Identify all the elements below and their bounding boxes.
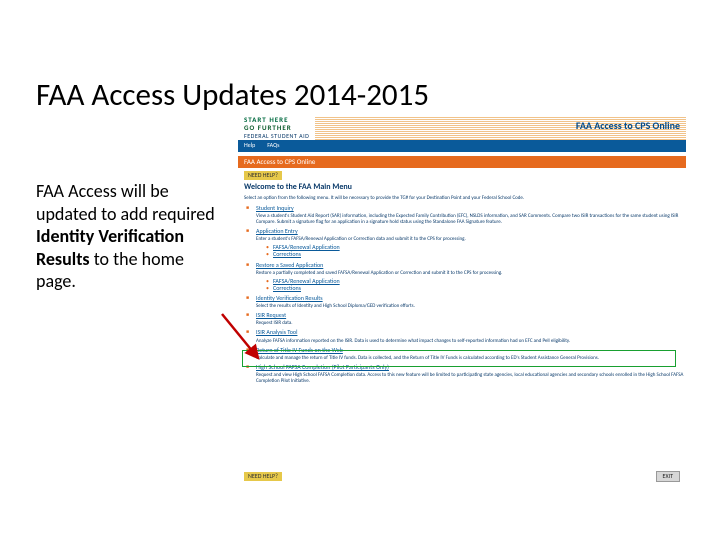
item-application-entry: Application Entry Enter a student's FAFS… [256,228,686,259]
app-title: FAA Access to CPS Online [576,120,680,132]
fsa-logo: START HERE GO FURTHER FEDERAL STUDENT AI… [244,116,309,140]
sublink-corrections-1[interactable]: Corrections [273,250,301,258]
item-return-title-iv: Return of Title IV Funds on the Web Calc… [256,347,686,361]
tab-help[interactable]: Help [244,142,255,149]
tab-bar: Help FAQs [238,140,686,152]
link-restore-saved[interactable]: Restore a Saved Application [256,261,323,269]
desc-restore-saved: Restore a partially completed and saved … [256,270,686,276]
banner-stripes: FAA Access to CPS Online [315,116,686,140]
annotation-arrow-icon [218,310,268,370]
desc-hs-fafsa: Request and view High School FAFSA Compl… [256,372,686,384]
link-hs-fafsa[interactable]: High School FAFSA Completion (Pilot Part… [256,363,389,371]
link-return-title-iv[interactable]: Return of Title IV Funds on the Web [256,346,343,354]
tab-faqs[interactable]: FAQs [267,142,279,149]
desc-isir-request: Request ISIR data. [256,320,686,326]
item-isir-request: ISIR Request Request ISIR data. [256,312,686,326]
breadcrumb: FAA Access to CPS Online [238,156,686,168]
item-identity-verification: Identity Verification Results Select the… [256,295,686,309]
item-hs-fafsa: High School FAFSA Completion (Pilot Part… [256,364,686,384]
desc-identity-verification: Select the results of Identity and High … [256,303,686,309]
exit-button[interactable]: EXIT [656,471,680,482]
desc-student-inquiry: View a student's Student Aid Report (SAR… [256,213,686,225]
embedded-screenshot: START HERE GO FURTHER FEDERAL STUDENT AI… [238,116,686,488]
need-help-bottom[interactable]: NEED HELP? [244,472,282,481]
logo-bottom: FEDERAL STUDENT AID [244,133,309,140]
welcome-intro: Select an option from the following menu… [238,193,686,205]
sublink-corrections-2[interactable]: Corrections [273,284,301,292]
need-help-top[interactable]: NEED HELP? [244,171,282,180]
desc-return-title-iv: Calculate and manage the return of Title… [256,355,686,361]
welcome-heading: Welcome to the FAA Main Menu [238,183,686,193]
link-student-inquiry[interactable]: Student Inquiry [256,204,294,212]
desc-isir-analysis: Analyze FAFSA information reported on th… [256,338,686,344]
breadcrumb-text: FAA Access to CPS Online [244,158,315,166]
desc-application-entry: Enter a student's FAFSA/Renewal Applicat… [256,236,686,242]
link-application-entry[interactable]: Application Entry [256,227,298,235]
page-title: FAA Access Updates 2014-2015 [36,76,429,114]
bottom-bar: NEED HELP? EXIT [244,471,680,482]
item-restore-saved: Restore a Saved Application Restore a pa… [256,262,686,293]
main-menu-list: Student Inquiry View a student's Student… [238,205,686,384]
app-banner: START HERE GO FURTHER FEDERAL STUDENT AI… [238,116,686,140]
body-pre: FAA Access will be updated to add requir… [36,180,215,225]
item-student-inquiry: Student Inquiry View a student's Student… [256,205,686,225]
sub-application-entry: FAFSA/Renewal Application Corrections [256,244,686,258]
link-identity-verification[interactable]: Identity Verification Results [256,294,323,302]
body-paragraph: FAA Access will be updated to add requir… [36,180,226,293]
sub-restore-saved: FAFSA/Renewal Application Corrections [256,278,686,292]
item-isir-analysis: ISIR Analysis Tool Analyze FAFSA informa… [256,329,686,343]
